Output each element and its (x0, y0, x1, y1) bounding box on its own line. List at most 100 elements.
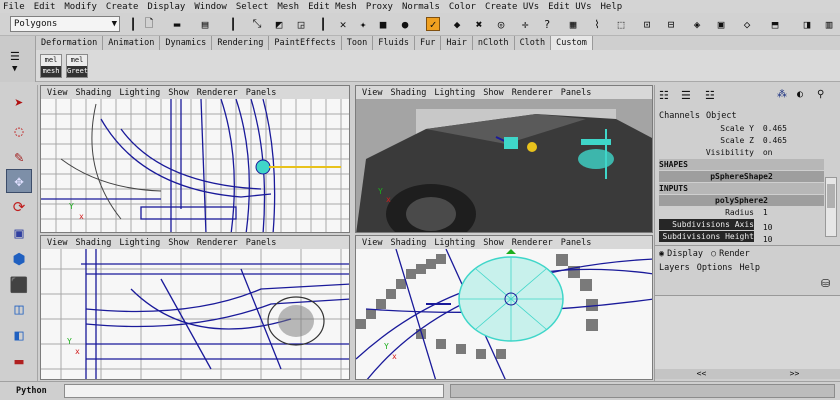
vp-menu-renderer[interactable]: Renderer (512, 88, 553, 98)
menu-color[interactable]: Color (449, 2, 476, 12)
vp-menu-show[interactable]: Show (168, 88, 188, 98)
radio-display-icon[interactable]: ◉ (659, 249, 664, 259)
tab-custom[interactable]: Custom (551, 36, 593, 50)
save-scene-icon[interactable]: ▤ (198, 17, 212, 31)
input-node-name[interactable]: polySphere2 (659, 195, 824, 206)
scroll-left-icon[interactable]: << (697, 369, 707, 379)
layer-menu-layers[interactable]: Layers (659, 263, 690, 273)
scrollbar-thumb[interactable] (827, 184, 835, 208)
snap-curve-icon[interactable]: ⌇ (590, 17, 604, 31)
sphere-icon[interactable]: ◐ (797, 89, 803, 100)
channel-visibility[interactable]: Visibility on (659, 147, 824, 158)
layer-menu-help[interactable]: Help (740, 263, 760, 273)
help-icon[interactable]: ? (540, 17, 554, 31)
select-tool-icon[interactable]: ➤ (6, 91, 32, 115)
channel-radius[interactable]: Radius 1 (659, 207, 824, 218)
menu-normals[interactable]: Normals (402, 2, 440, 12)
tab-dynamics[interactable]: Dynamics (160, 36, 213, 50)
show-channel-box-icon[interactable]: ▥ (822, 17, 836, 31)
shelf-button-greet[interactable]: mel Greet (66, 54, 88, 78)
layout-outliner-icon[interactable]: ▬ (6, 349, 32, 373)
attribute-editor-icon[interactable]: ☰ (681, 89, 691, 102)
menu-edit-mesh[interactable]: Edit Mesh (308, 2, 357, 12)
tab-fluids[interactable]: Fluids (373, 36, 415, 50)
channel-value[interactable]: 10 (763, 235, 773, 244)
channel-value[interactable]: on (763, 148, 773, 157)
channel-box-menu-object[interactable]: Object (706, 111, 737, 121)
tab-fur[interactable]: Fur (415, 36, 442, 50)
menu-mesh[interactable]: Mesh (277, 2, 299, 12)
tab-deformation[interactable]: Deformation (36, 36, 104, 50)
menu-modify[interactable]: Modify (64, 2, 97, 12)
menu-edit-uvs[interactable]: Edit UVs (548, 2, 591, 12)
radio-render-icon[interactable]: ○ (711, 249, 716, 259)
snap-grid-icon[interactable]: ▦ (566, 17, 580, 31)
channel-value[interactable]: 1 (763, 208, 768, 217)
ipr-render-icon[interactable]: ◇ (740, 17, 754, 31)
vp-menu-show[interactable]: Show (168, 238, 188, 248)
vp-menu-lighting[interactable]: Lighting (119, 88, 160, 98)
tool-settings-icon[interactable]: ☳ (705, 89, 715, 102)
channel-scale-z[interactable]: Scale Z 0.465 (659, 135, 824, 146)
menu-edit[interactable]: Edit (34, 2, 56, 12)
show-manipulator-icon[interactable]: ⬢ (6, 247, 32, 271)
layout-four-icon[interactable]: ◫ (6, 297, 32, 321)
mode-select[interactable]: Polygons ▼ (10, 16, 120, 32)
tab-painteffects[interactable]: PaintEffects (269, 36, 342, 50)
vp-menu-view[interactable]: View (47, 88, 67, 98)
vp-menu-lighting[interactable]: Lighting (434, 238, 475, 248)
menu-window[interactable]: Window (194, 2, 227, 12)
tab-ncloth[interactable]: nCloth (473, 36, 515, 50)
shape-node-name[interactable]: pSphereShape2 (659, 171, 824, 182)
vp-menu-panels[interactable]: Panels (561, 88, 592, 98)
menu-display[interactable]: Display (147, 2, 185, 12)
vp-menu-shading[interactable]: Shading (390, 238, 426, 248)
channel-box-scrollbar[interactable] (825, 177, 837, 237)
menu-proxy[interactable]: Proxy (366, 2, 393, 12)
live-object-icon[interactable]: ⊟ (664, 17, 678, 31)
vp-menu-panels[interactable]: Panels (246, 238, 277, 248)
menu-select[interactable]: Select (236, 2, 269, 12)
layout-single-icon[interactable]: ⬛ (6, 273, 32, 297)
pick-misc-icon[interactable]: ◎ (494, 17, 508, 31)
vp-menu-lighting[interactable]: Lighting (119, 238, 160, 248)
vp-menu-lighting[interactable]: Lighting (434, 88, 475, 98)
vp-menu-shading[interactable]: Shading (75, 88, 111, 98)
viewport-top[interactable]: View Shading Lighting Show Renderer Pane… (355, 235, 653, 380)
vp-menu-panels[interactable]: Panels (561, 238, 592, 248)
vp-menu-renderer[interactable]: Renderer (512, 238, 553, 248)
vp-menu-show[interactable]: Show (483, 88, 503, 98)
menu-help[interactable]: Help (601, 2, 623, 12)
scale-tool-icon[interactable]: ▣ (6, 221, 32, 245)
vp-menu-view[interactable]: View (362, 238, 382, 248)
tab-toon[interactable]: Toon (342, 36, 374, 50)
select-hierarchy-icon[interactable]: ⤡ (250, 17, 264, 31)
menu-create[interactable]: Create (106, 2, 139, 12)
pick-curve-icon[interactable]: ■ (376, 17, 390, 31)
pick-lock-icon[interactable]: ✛ (518, 17, 532, 31)
vp-menu-view[interactable]: View (362, 88, 382, 98)
shape-icon[interactable]: ⁂ (777, 89, 787, 100)
select-component-icon[interactable]: ◲ (294, 17, 308, 31)
pick-joint-icon[interactable]: ✦ (356, 17, 370, 31)
new-layer-icon[interactable]: ⛁ (821, 277, 830, 290)
vp-menu-shading[interactable]: Shading (75, 238, 111, 248)
menu-file[interactable]: File (3, 2, 25, 12)
vp-menu-renderer[interactable]: Renderer (197, 88, 238, 98)
channel-scale-y[interactable]: Scale Y 0.465 (659, 123, 824, 134)
rotate-tool-icon[interactable]: ⟳ (6, 195, 32, 219)
vp-menu-shading[interactable]: Shading (390, 88, 426, 98)
menu-create-uvs[interactable]: Create UVs (485, 2, 539, 12)
channel-box-icon[interactable]: ☷ (659, 89, 669, 102)
render-view-icon[interactable]: ⚲ (817, 89, 824, 100)
shelf-down-arrow-icon[interactable]: ▼ (12, 64, 17, 74)
tab-hair[interactable]: Hair (441, 36, 473, 50)
vp-menu-renderer[interactable]: Renderer (197, 238, 238, 248)
move-tool-icon[interactable]: ✥ (6, 169, 32, 193)
shelf-menu-icon[interactable]: ☰ (10, 50, 20, 63)
lasso-tool-icon[interactable]: ◌ (6, 119, 32, 143)
layer-scroll[interactable]: << >> (655, 369, 840, 379)
pick-surface-icon[interactable]: ● (398, 17, 412, 31)
command-language-label[interactable]: Python (16, 386, 47, 396)
snap-point-icon[interactable]: ⬚ (614, 17, 628, 31)
